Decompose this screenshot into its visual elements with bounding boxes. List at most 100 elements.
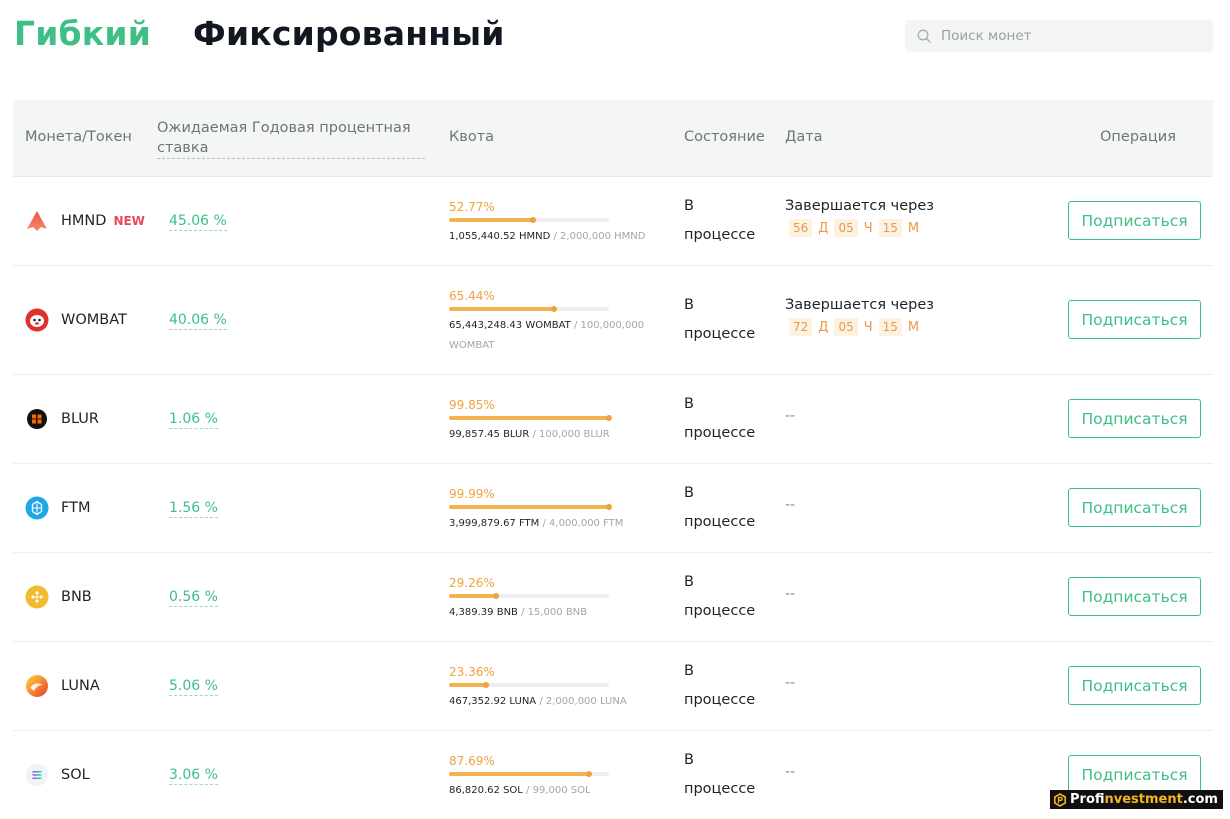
subscribe-button[interactable]: Подписаться — [1068, 488, 1201, 527]
blur-icon — [27, 409, 47, 429]
search-box[interactable] — [905, 20, 1213, 52]
date-cell: Завершается через 72 Д 05 Ч 15 М — [785, 297, 934, 336]
apr-value: 1.56 % — [169, 500, 218, 518]
watermark: Profinvestment.com — [1050, 790, 1223, 809]
table-row: FTM 1.56 % 99.99% 3,999,879.67 FTM / 4,0… — [13, 464, 1213, 553]
coin-cell: FTM — [25, 496, 90, 520]
quota-progress-bar — [449, 593, 609, 599]
table-row: HMND NEW 45.06 % 52.77% 1,055,440.52 HMN… — [13, 177, 1213, 266]
quota-amount: 86,820.62 SOL / 99,000 SOL — [449, 781, 649, 801]
subscribe-button[interactable]: Подписаться — [1068, 399, 1201, 438]
countdown-label: Завершается через — [785, 198, 935, 214]
quota-cell: 99.99% 3,999,879.67 FTM / 4,000,000 FTM — [449, 487, 649, 534]
watermark-text: Profinvestment.com — [1070, 792, 1218, 807]
coin-symbol: FTM — [61, 500, 91, 516]
quota-cell: 29.26% 4,389.39 BNB / 15,000 BNB — [449, 576, 649, 623]
quota-progress-dot — [605, 415, 612, 421]
countdown-days: 72 — [789, 318, 813, 336]
quota-total: / 2,000,000 HMND — [550, 231, 646, 242]
countdown-hours: 05 — [834, 318, 858, 336]
quota-total: / 15,000 BNB — [517, 607, 588, 618]
date-cell: Завершается через 56 Д 05 Ч 15 М — [785, 198, 934, 237]
apr-value: 40.06 % — [169, 312, 227, 330]
quota-filled: 86,820.62 SOL — [449, 785, 523, 796]
coin-cell: WOMBAT — [25, 308, 127, 332]
wombat-icon — [25, 308, 49, 332]
coin-cell: BNB — [25, 585, 92, 609]
quota-progress-bar — [449, 415, 612, 421]
quota-progress-dot — [550, 306, 557, 312]
quota-amount: 99,857.45 BLUR / 100,000 BLUR — [449, 425, 649, 445]
state-text: В процессе — [684, 752, 756, 797]
subscribe-button[interactable]: Подписаться — [1068, 300, 1201, 339]
days-unit: Д — [818, 319, 829, 335]
days-unit: Д — [818, 220, 829, 236]
tab-fixed[interactable]: Фиксированный — [193, 14, 505, 53]
quota-progress-bar — [449, 682, 609, 688]
quota-percent: 99.85% — [449, 398, 495, 412]
quota-amount: 3,999,879.67 FTM / 4,000,000 FTM — [449, 514, 649, 534]
quota-amount: 467,352.92 LUNA / 2,000,000 LUNA — [449, 692, 649, 712]
apr-value: 5.06 % — [169, 678, 218, 696]
sol-icon — [26, 764, 48, 786]
quota-filled: 4,389.39 BNB — [449, 607, 518, 618]
quota-amount: 1,055,440.52 HMND / 2,000,000 HMND — [449, 227, 649, 247]
date-empty: -- — [785, 408, 796, 424]
quota-total: / 100,000 BLUR — [529, 429, 610, 440]
coin-symbol: SOL — [61, 767, 90, 783]
luna-icon — [26, 675, 48, 697]
date-empty: -- — [785, 586, 796, 602]
quota-filled: 65,443,248.43 WOMBAT — [449, 320, 571, 331]
table-header: Монета/Токен Ожидаемая Годовая процентна… — [13, 100, 1213, 177]
quota-filled: 467,352.92 LUNA — [449, 696, 537, 707]
quota-progress-fill — [449, 218, 534, 222]
countdown-minutes: 15 — [878, 318, 902, 336]
apr-value: 45.06 % — [169, 213, 227, 231]
ftm-icon — [25, 496, 49, 520]
quota-progress-fill — [449, 505, 609, 509]
subscribe-button[interactable]: Подписаться — [1068, 577, 1201, 616]
hmnd-icon — [27, 211, 47, 231]
search-icon — [917, 29, 931, 43]
apr-value: 3.06 % — [169, 767, 218, 785]
header-operation: Операция — [1100, 129, 1176, 145]
apr-value: 1.06 % — [169, 411, 218, 429]
subscribe-button[interactable]: Подписаться — [1068, 755, 1201, 794]
minutes-unit: М — [907, 319, 920, 335]
quota-progress-fill — [449, 307, 554, 311]
table-row: LUNA 5.06 % 23.36% 467,352.92 LUNA / 2,0… — [13, 642, 1213, 731]
subscribe-button[interactable]: Подписаться — [1068, 666, 1201, 705]
state-text: В процессе — [684, 574, 756, 619]
search-input[interactable] — [941, 28, 1191, 44]
coin-cell: SOL — [25, 763, 90, 787]
quota-percent: 65.44% — [449, 289, 495, 303]
quota-cell: 99.85% 99,857.45 BLUR / 100,000 BLUR — [449, 398, 649, 445]
tab-flexible[interactable]: Гибкий — [14, 14, 151, 53]
quota-total: / 4,000,000 FTM — [539, 518, 624, 529]
header-state: Состояние — [684, 129, 765, 145]
hours-unit: Ч — [863, 220, 873, 236]
state-text: В процессе — [684, 485, 756, 530]
quota-progress-fill — [449, 772, 590, 776]
quota-filled: 1,055,440.52 HMND — [449, 231, 551, 242]
watermark-logo-icon — [1054, 792, 1066, 807]
minutes-unit: М — [907, 220, 920, 236]
coin-symbol: HMND — [61, 213, 107, 229]
subscribe-button[interactable]: Подписаться — [1068, 201, 1201, 240]
apr-value: 0.56 % — [169, 589, 218, 607]
quota-filled: 3,999,879.67 FTM — [449, 518, 540, 529]
state-text: В процессе — [684, 396, 756, 441]
quota-amount: 65,443,248.43 WOMBAT / 100,000,000 WOMBA… — [449, 316, 649, 356]
countdown-label: Завершается через — [785, 297, 935, 313]
date-empty: -- — [785, 497, 796, 513]
table-row: SOL 3.06 % 87.69% 86,820.62 SOL / 99,000… — [13, 731, 1213, 819]
countdown: 56 Д 05 Ч 15 М — [789, 219, 934, 237]
quota-percent: 23.36% — [449, 665, 495, 679]
quota-cell: 87.69% 86,820.62 SOL / 99,000 SOL — [449, 754, 649, 801]
coin-cell: LUNA — [25, 674, 100, 698]
header-rate[interactable]: Ожидаемая Годовая процентная ставка — [157, 118, 425, 159]
table-row: WOMBAT 40.06 % 65.44% 65,443,248.43 WOMB… — [13, 266, 1213, 375]
watermark-text-end: .com — [1182, 792, 1218, 807]
quota-progress-bar — [449, 306, 609, 312]
header-coin: Монета/Токен — [25, 129, 132, 145]
